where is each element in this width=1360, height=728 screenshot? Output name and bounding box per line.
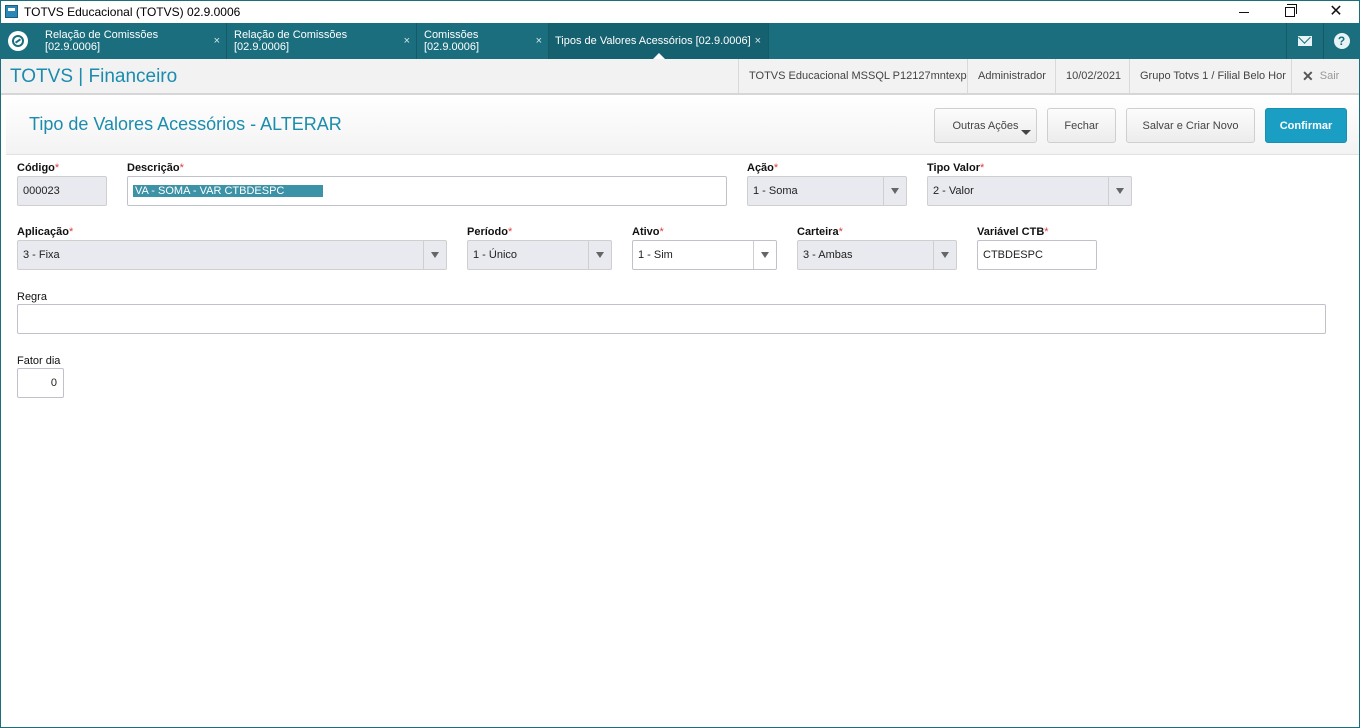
tab-tipos-valores-acessorios[interactable]: Tipos de Valores Acessórios [02.9.0006] … <box>549 23 769 59</box>
ativo-select[interactable]: 1 - Sim <box>632 240 777 270</box>
acao-select[interactable]: 1 - Soma <box>747 176 907 206</box>
module-brand: TOTVS | Financeiro <box>10 66 178 87</box>
other-actions-button[interactable]: Outras Ações <box>934 108 1037 143</box>
chevron-down-icon <box>941 252 949 258</box>
tipo-valor-select[interactable]: 2 - Valor <box>927 176 1132 206</box>
tab-comissoes[interactable]: Comissões [02.9.0006] × <box>418 23 549 59</box>
tab-close-icon[interactable]: × <box>404 35 410 47</box>
ativo-value: 1 - Sim <box>638 249 673 261</box>
tab-label: Relação de Comissões [02.9.0006] <box>234 29 348 53</box>
dropdown-arrow[interactable] <box>753 241 776 269</box>
tab-label: Comissões [02.9.0006] <box>424 29 480 53</box>
restore-icon <box>1285 4 1297 17</box>
minimize-button[interactable] <box>1221 1 1267 23</box>
close-window-button[interactable]: ✕ <box>1313 1 1359 23</box>
minimize-icon <box>1239 12 1249 13</box>
dropdown-arrow[interactable] <box>933 241 956 269</box>
maximize-button[interactable] <box>1267 1 1313 23</box>
tab-relacao-comissoes-2[interactable]: Relação de Comissões [02.9.0006] × <box>228 23 417 59</box>
periodo-label: Período* <box>467 226 513 238</box>
periodo-value: 1 - Único <box>473 249 518 261</box>
ativo-label: Ativo* <box>632 226 664 238</box>
chevron-down-icon <box>761 252 769 258</box>
tab-close-icon[interactable]: × <box>536 35 542 47</box>
carteira-value: 3 - Ambas <box>803 249 853 261</box>
tipo-valor-value: 2 - Valor <box>933 185 974 197</box>
regra-input[interactable] <box>17 304 1326 334</box>
carteira-select[interactable]: 3 - Ambas <box>797 240 957 270</box>
date-info[interactable]: 10/02/2021 <box>1055 59 1131 93</box>
totvs-logo-icon <box>12 35 24 47</box>
close-button[interactable]: Fechar <box>1047 108 1116 143</box>
periodo-select[interactable]: 1 - Único <box>467 240 612 270</box>
codigo-label: Código* <box>17 162 60 174</box>
close-icon: ✕ <box>1302 67 1314 84</box>
dropdown-arrow[interactable] <box>1108 177 1131 205</box>
fator-dia-label: Fator dia <box>17 355 61 367</box>
close-icon: ✕ <box>1329 3 1343 20</box>
page-toolbar: Tipo de Valores Acessórios - ALTERAR Out… <box>6 95 1359 155</box>
chevron-down-icon <box>1021 130 1031 135</box>
chevron-down-icon <box>596 252 604 258</box>
chevron-down-icon <box>1116 188 1124 194</box>
dropdown-arrow[interactable] <box>423 241 446 269</box>
variavel-ctb-input[interactable]: CTBDESPC <box>977 240 1097 270</box>
mail-icon <box>1297 36 1312 46</box>
tab-relacao-comissoes-1[interactable]: Relação de Comissões [02.9.0006] × <box>39 23 227 59</box>
tab-label: Relação de Comissões [02.9.0006] <box>45 29 159 53</box>
module-header: TOTVS | Financeiro TOTVS Educacional MSS… <box>1 59 1359 95</box>
variavel-ctb-label: Variável CTB* <box>977 226 1049 238</box>
fator-dia-input[interactable]: 0 <box>17 368 64 398</box>
window-title: TOTVS Educacional (TOTVS) 02.9.0006 <box>24 5 241 19</box>
acao-label: Ação* <box>747 162 779 174</box>
tipo-valor-label: Tipo Valor* <box>927 162 985 174</box>
tab-bar: Relação de Comissões [02.9.0006] × Relaç… <box>1 23 1359 59</box>
dropdown-arrow[interactable] <box>883 177 906 205</box>
chevron-down-icon <box>431 252 439 258</box>
descricao-selected-text: VA - SOMA - VAR CTBDESPC <box>133 185 323 197</box>
codigo-field[interactable]: 000023 <box>17 176 107 206</box>
app-icon <box>5 5 18 18</box>
app-window: TOTVS Educacional (TOTVS) 02.9.0006 ✕ Re… <box>0 0 1360 728</box>
messages-button[interactable] <box>1286 23 1322 59</box>
tab-label: Tipos de Valores Acessórios [02.9.0006] <box>555 35 751 47</box>
help-icon: ? <box>1333 33 1350 49</box>
title-bar: TOTVS Educacional (TOTVS) 02.9.0006 ✕ <box>1 1 1359 23</box>
logout-label: Sair <box>1319 70 1340 82</box>
acao-value: 1 - Soma <box>753 185 798 197</box>
chevron-down-icon <box>891 188 899 194</box>
aplicacao-select[interactable]: 3 - Fixa <box>17 240 447 270</box>
carteira-label: Carteira* <box>797 226 843 238</box>
logout-button[interactable]: ✕ Sair <box>1291 59 1349 93</box>
aplicacao-label: Aplicação* <box>17 226 74 238</box>
regra-label: Regra <box>17 291 47 303</box>
other-actions-label: Outras Ações <box>952 119 1019 132</box>
user-info[interactable]: Administrador <box>967 59 1056 93</box>
descricao-label: Descrição* <box>127 162 184 174</box>
save-and-new-button[interactable]: Salvar e Criar Novo <box>1126 108 1255 143</box>
environment-info[interactable]: TOTVS Educacional MSSQL P12127mntexp <box>738 59 977 93</box>
dropdown-arrow[interactable] <box>588 241 611 269</box>
aplicacao-value: 3 - Fixa <box>23 249 60 261</box>
descricao-input[interactable]: VA - SOMA - VAR CTBDESPC <box>127 176 727 206</box>
tab-close-icon[interactable]: × <box>755 35 761 47</box>
confirm-button[interactable]: Confirmar <box>1265 108 1347 143</box>
page-title: Tipo de Valores Acessórios - ALTERAR <box>29 114 342 134</box>
tab-close-icon[interactable]: × <box>214 35 220 47</box>
help-button[interactable]: ? <box>1323 23 1359 59</box>
home-button[interactable] <box>8 31 28 51</box>
branch-info[interactable]: Grupo Totvs 1 / Filial Belo Hor <box>1129 59 1296 93</box>
